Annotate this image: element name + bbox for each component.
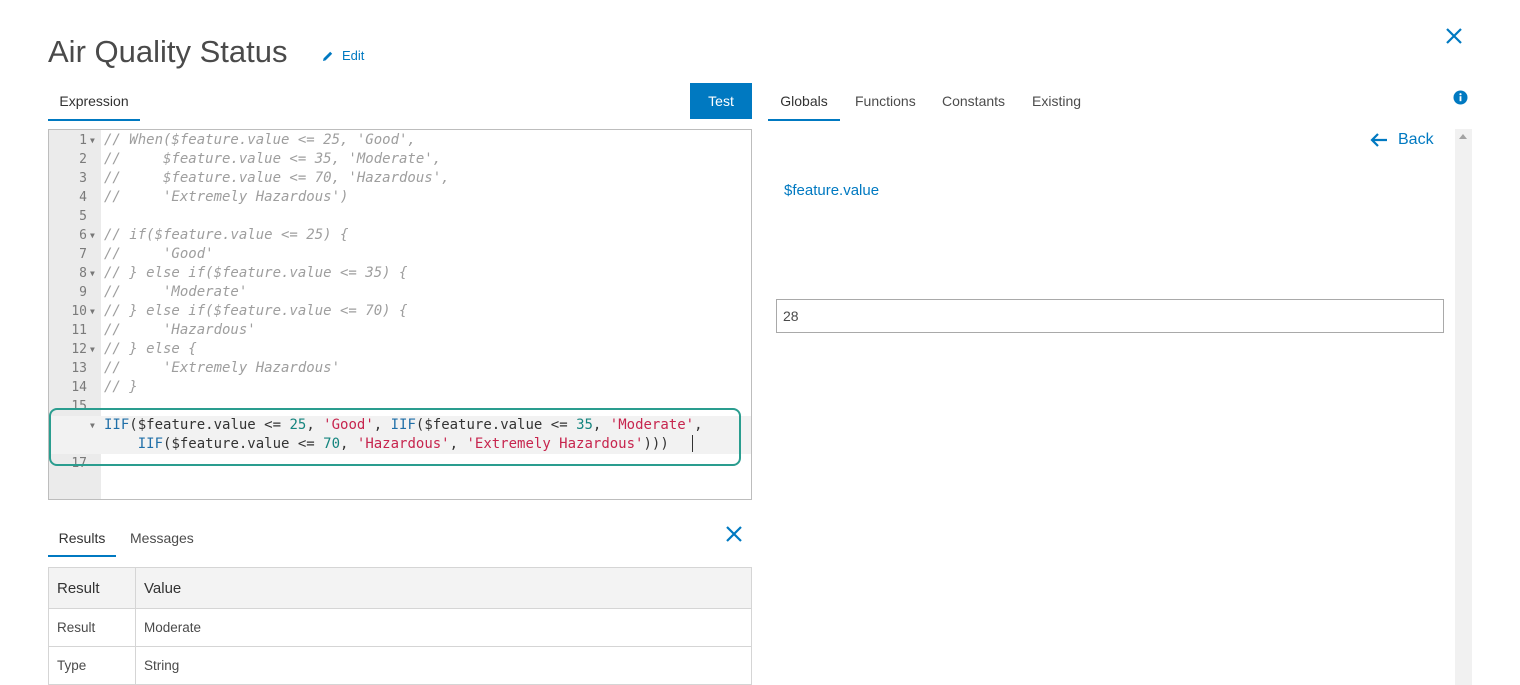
tab-constants[interactable]: Constants <box>942 84 1005 118</box>
tab-globals[interactable]: Globals <box>768 84 840 121</box>
code-comment: // When($feature.value <= 25, 'Good', <box>104 132 416 148</box>
code-comment: // } else { <box>104 341 197 357</box>
code-line[interactable]: 13 // 'Extremely Hazardous' <box>49 359 751 378</box>
info-icon[interactable] <box>1453 90 1468 105</box>
test-button[interactable]: Test <box>690 83 752 119</box>
line-number: 6 <box>79 228 87 243</box>
table-cell: Result <box>48 608 136 647</box>
code-line[interactable]: 12 ▼ // } else { <box>49 340 751 359</box>
code-line[interactable]: 7 // 'Good' <box>49 245 751 264</box>
text-cursor <box>692 435 693 452</box>
pencil-icon <box>323 51 333 61</box>
column-header-result: Result <box>48 567 136 609</box>
table-cell: String <box>135 646 752 685</box>
close-icon[interactable] <box>1442 24 1466 48</box>
variable-name-label: $feature.value <box>784 182 880 199</box>
edit-title-link[interactable]: Edit <box>322 48 364 63</box>
fold-arrow-icon[interactable]: ▼ <box>90 302 95 321</box>
line-number: 10 <box>71 304 87 319</box>
code-line[interactable]: 11 // 'Hazardous' <box>49 321 751 340</box>
scrollbar[interactable] <box>1455 129 1472 685</box>
line-number: 12 <box>71 342 87 357</box>
code-line[interactable]: 9 // 'Moderate' <box>49 283 751 302</box>
back-button[interactable]: Back <box>1370 131 1434 149</box>
line-number: 8 <box>79 266 87 281</box>
line-number: 14 <box>71 380 87 395</box>
close-results-icon[interactable] <box>722 522 746 546</box>
code-comment: // 'Good' <box>104 246 214 262</box>
results-table: Result Value Result Moderate Type String <box>48 567 752 685</box>
code-comment: // } <box>104 379 138 395</box>
tab-results[interactable]: Results <box>48 522 116 557</box>
column-header-value: Value <box>135 567 752 609</box>
tab-messages[interactable]: Messages <box>130 522 194 555</box>
fold-arrow-icon[interactable]: ▼ <box>90 226 95 245</box>
line-number: 11 <box>71 323 87 338</box>
code-comment: // 'Extremely Hazardous' <box>104 360 341 376</box>
code-line[interactable]: 14 // } <box>49 378 751 397</box>
code-comment: // $feature.value <= 70, 'Hazardous', <box>104 170 450 186</box>
table-row: Type String <box>48 646 752 685</box>
code-line[interactable]: 2 // $feature.value <= 35, 'Moderate', <box>49 150 751 169</box>
code-comment: // 'Hazardous' <box>104 322 256 338</box>
code-line[interactable]: 5 <box>49 207 751 226</box>
line-number: 2 <box>79 152 87 167</box>
back-label: Back <box>1398 131 1434 148</box>
highlight-annotation <box>49 408 741 466</box>
line-number: 1 <box>79 133 87 148</box>
scroll-up-arrow-icon[interactable] <box>1459 134 1467 139</box>
code-comment: // } else if($feature.value <= 35) { <box>104 265 408 281</box>
table-cell: Type <box>48 646 136 685</box>
edit-label: Edit <box>342 48 365 63</box>
tab-functions[interactable]: Functions <box>855 84 916 118</box>
line-number: 5 <box>79 209 87 224</box>
table-header-row: Result Value <box>48 567 752 609</box>
code-comment: // 'Moderate' <box>104 284 248 300</box>
code-line[interactable]: 3 // $feature.value <= 70, 'Hazardous', <box>49 169 751 188</box>
line-number: 7 <box>79 247 87 262</box>
fold-arrow-icon[interactable]: ▼ <box>90 264 95 283</box>
code-line[interactable]: 1 ▼ // When($feature.value <= 25, 'Good', <box>49 131 751 150</box>
code-line[interactable]: 6 ▼ // if($feature.value <= 25) { <box>49 226 751 245</box>
code-line[interactable]: 10 ▼ // } else if($feature.value <= 70) { <box>49 302 751 321</box>
fold-arrow-icon[interactable]: ▼ <box>90 340 95 359</box>
code-comment: // $feature.value <= 35, 'Moderate', <box>104 151 442 167</box>
code-comment: // } else if($feature.value <= 70) { <box>104 303 408 319</box>
code-comment: // 'Extremely Hazardous') <box>104 189 349 205</box>
line-number: 4 <box>79 190 87 205</box>
line-number: 3 <box>79 171 87 186</box>
tab-existing[interactable]: Existing <box>1032 84 1081 118</box>
variable-value-input[interactable] <box>776 299 1444 333</box>
tab-expression[interactable]: Expression <box>48 84 140 121</box>
code-line[interactable]: 4 // 'Extremely Hazardous') <box>49 188 751 207</box>
line-number: 13 <box>71 361 87 376</box>
code-line[interactable]: 8 ▼ // } else if($feature.value <= 35) { <box>49 264 751 283</box>
arrow-left-icon <box>1370 133 1387 147</box>
code-comment: // if($feature.value <= 25) { <box>104 227 349 243</box>
line-number: 9 <box>79 285 87 300</box>
fold-arrow-icon[interactable]: ▼ <box>90 131 95 150</box>
table-cell: Moderate <box>135 608 752 647</box>
page-title: Air Quality Status <box>48 34 288 69</box>
table-row: Result Moderate <box>48 608 752 647</box>
